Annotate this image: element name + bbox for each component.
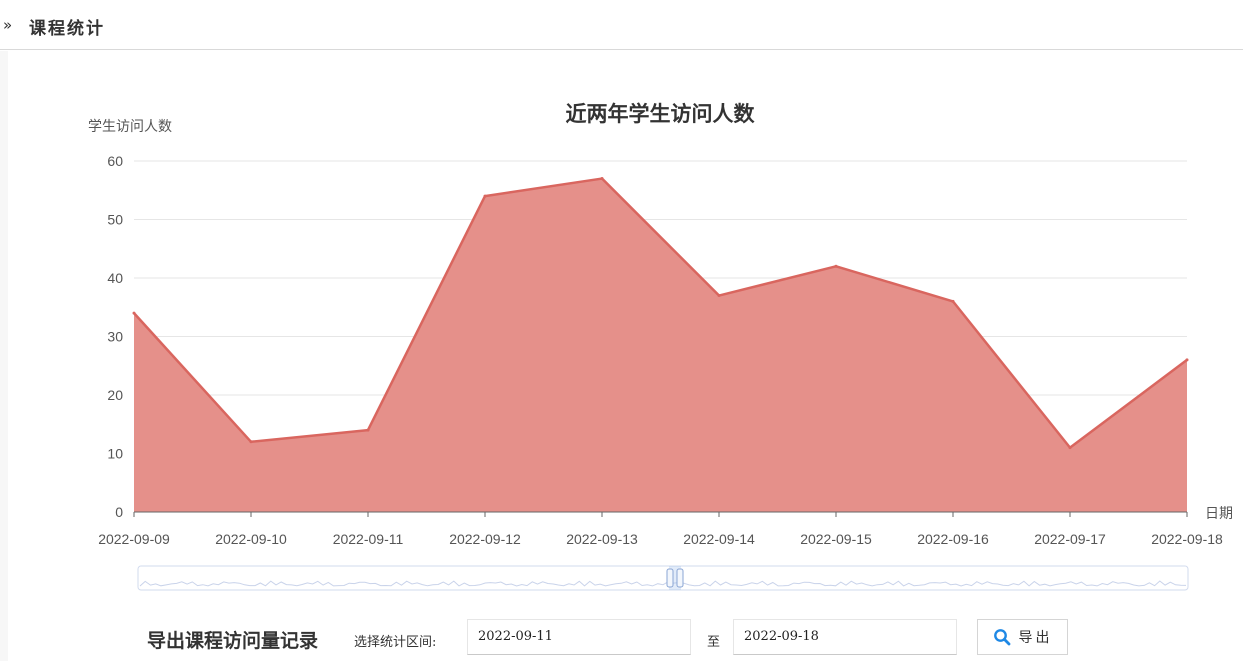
page-title: 课程统计 bbox=[29, 19, 105, 39]
x-tick-label: 2022-09-11 bbox=[333, 531, 404, 547]
x-tick-label: 2022-09-13 bbox=[566, 531, 638, 547]
x-tick-label: 2022-09-15 bbox=[800, 531, 872, 547]
x-tick-label: 2022-09-17 bbox=[1034, 531, 1106, 547]
data-point bbox=[366, 428, 370, 432]
x-tick-label: 2022-09-09 bbox=[98, 531, 170, 547]
x-tick-label: 2022-09-14 bbox=[683, 531, 755, 547]
x-axis-label: 日期 bbox=[1205, 505, 1233, 521]
search-icon bbox=[993, 629, 1010, 646]
x-tick-label: 2022-09-16 bbox=[917, 531, 989, 547]
data-point bbox=[1185, 358, 1189, 362]
export-title: 导出课程访问量记录 bbox=[147, 630, 319, 652]
y-tick-label: 10 bbox=[107, 446, 123, 462]
to-label: 至 bbox=[707, 635, 721, 650]
data-point bbox=[717, 294, 721, 298]
export-button-label: 导出 bbox=[1018, 630, 1053, 646]
y-tick-label: 60 bbox=[107, 153, 123, 169]
data-point bbox=[249, 440, 253, 444]
y-tick-label: 30 bbox=[107, 329, 123, 345]
data-point bbox=[600, 177, 604, 181]
page-header: » 课程统计 bbox=[0, 0, 1243, 50]
y-tick-label: 40 bbox=[107, 270, 123, 286]
zoom-slider-track bbox=[137, 565, 1189, 591]
y-tick-label: 50 bbox=[107, 212, 123, 228]
x-tick-label: 2022-09-12 bbox=[449, 531, 521, 547]
data-point bbox=[951, 299, 955, 303]
chart-title: 近两年学生访问人数 bbox=[566, 102, 756, 126]
area-fill bbox=[134, 178, 1187, 513]
start-date-input[interactable]: 2022-09-11 bbox=[467, 619, 691, 655]
zoom-handle-right[interactable] bbox=[676, 568, 684, 588]
zoom-handle-left[interactable] bbox=[666, 568, 674, 588]
range-label: 选择统计区间: bbox=[354, 635, 437, 650]
data-point bbox=[483, 194, 487, 198]
x-tick-label: 2022-09-18 bbox=[1151, 531, 1223, 547]
end-date-input[interactable]: 2022-09-18 bbox=[733, 619, 957, 655]
chevron-right-icon: » bbox=[3, 16, 12, 34]
y-tick-label: 0 bbox=[115, 504, 123, 520]
y-tick-label: 20 bbox=[107, 387, 123, 403]
data-point bbox=[132, 311, 136, 315]
visits-chart: 近两年学生访问人数学生访问人数 0 10 20 30 40 50 60 2022-09-09 20… bbox=[88, 102, 1233, 591]
data-point bbox=[1068, 446, 1072, 450]
export-button[interactable]: 导出 bbox=[977, 619, 1068, 655]
x-tick-label: 2022-09-10 bbox=[215, 531, 287, 547]
data-point bbox=[834, 264, 838, 268]
export-bar: 导出课程访问量记录 选择统计区间: 2022-09-11 至 2022-09-1… bbox=[0, 612, 1243, 661]
y-axis-label: 学生访问人数 bbox=[88, 118, 172, 134]
